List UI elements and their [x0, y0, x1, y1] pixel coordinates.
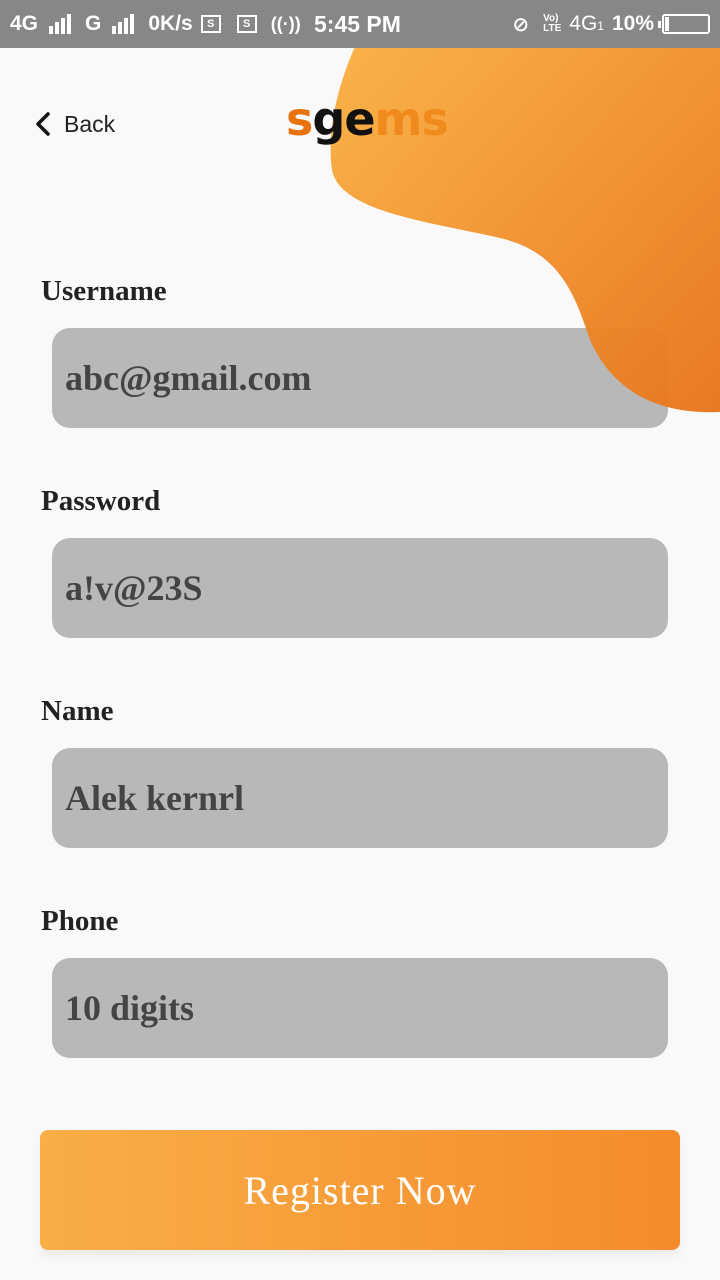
- battery-percent: 10%: [611, 12, 654, 35]
- logo-part-ms: ms: [374, 92, 449, 146]
- name-label: Name: [41, 695, 114, 727]
- network-speed: 0K/s: [148, 12, 193, 35]
- password-input[interactable]: a!v@23S: [52, 538, 668, 638]
- back-label: Back: [64, 110, 116, 137]
- signal-icon-2: [112, 14, 135, 34]
- status-right: ⊘ Vo) LTE 4G1 10%: [512, 12, 710, 37]
- username-label: Username: [41, 275, 167, 307]
- chevron-left-icon: [36, 112, 50, 136]
- volte-icon: Vo) LTE: [543, 14, 561, 34]
- mute-icon: ⊘: [512, 13, 530, 36]
- logo-part-ge: ge: [312, 92, 375, 146]
- password-label: Password: [41, 485, 161, 517]
- network-type-3-label: 4G: [569, 12, 598, 35]
- status-bar: 4G G 0K/s S S ((·)) 5:45 PM ⊘ Vo) LTE 4G…: [0, 0, 720, 48]
- decorative-blob: [330, 0, 720, 413]
- network-type-3-sub: 1: [597, 19, 604, 33]
- register-button[interactable]: Register Now: [40, 1130, 680, 1250]
- network-type-1: 4G: [10, 12, 39, 35]
- battery-icon: [658, 14, 710, 34]
- screenshot-icon: S: [200, 15, 221, 33]
- status-left: 4G G 0K/s S S ((·)): [10, 12, 301, 36]
- name-input[interactable]: Alek kernrl: [52, 748, 668, 848]
- phone-label: Phone: [41, 905, 119, 937]
- hotspot-icon: ((·)): [270, 13, 301, 34]
- back-button[interactable]: Back: [34, 108, 115, 140]
- volte-bottom: LTE: [543, 23, 562, 34]
- signal-icon: [49, 14, 72, 34]
- logo-part-s: s: [286, 92, 313, 146]
- username-input[interactable]: abc@gmail.com: [52, 328, 668, 428]
- status-time: 5:45 PM: [314, 11, 401, 37]
- network-type-2: G: [85, 12, 102, 35]
- phone-input[interactable]: 10 digits: [52, 958, 668, 1058]
- app-logo: sgems: [286, 92, 449, 146]
- network-type-3: 4G1: [569, 12, 604, 36]
- screenshot-icon-2: S: [236, 15, 257, 33]
